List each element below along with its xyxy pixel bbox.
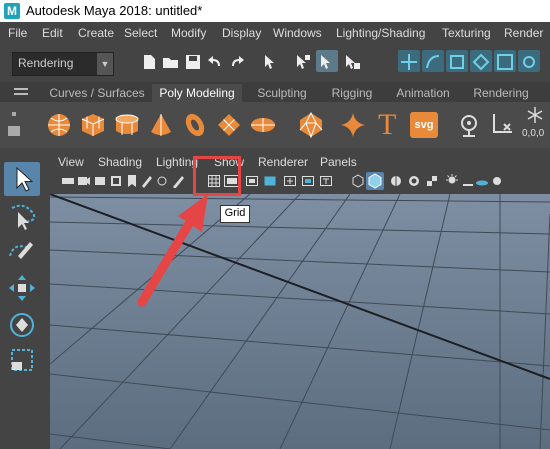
shelf-menu-icon[interactable] — [14, 87, 28, 97]
panel-menu-shading[interactable]: Shading — [98, 155, 142, 169]
redo-icon[interactable] — [228, 53, 246, 71]
gate-mask-icon[interactable] — [264, 174, 276, 188]
poly-sphere-icon[interactable] — [46, 112, 72, 138]
panel-menu-renderer[interactable]: Renderer — [258, 155, 308, 169]
default-material-icon[interactable] — [390, 174, 402, 188]
select-hierarchy-icon[interactable] — [262, 53, 280, 71]
field-chart-icon[interactable] — [284, 174, 296, 188]
snap-point-icon — [450, 55, 464, 69]
xray-icon[interactable] — [408, 174, 420, 188]
paint-select-tool-icon[interactable] — [4, 236, 40, 270]
status-line: Rendering ▼ — [0, 44, 550, 83]
new-scene-icon[interactable] — [140, 53, 158, 71]
menu-windows[interactable]: Windows — [273, 25, 322, 41]
move-tool-icon[interactable] — [4, 272, 40, 306]
panel-menu-bar: View Shading Lighting Show Renderer Pane… — [44, 150, 550, 170]
textures-icon[interactable] — [426, 174, 438, 188]
type-text-icon[interactable]: T — [378, 108, 396, 142]
menu-bar: File Edit Create Select Modify Display W… — [0, 22, 550, 44]
poly-cube-icon[interactable] — [80, 112, 106, 138]
menu-file[interactable]: File — [8, 25, 27, 41]
window-title: Autodesk Maya 2018: untitled* — [26, 3, 203, 18]
title-bar: M Autodesk Maya 2018: untitled* — [0, 0, 550, 22]
tab-poly-modeling[interactable]: Poly Modeling — [152, 84, 242, 102]
menu-render[interactable]: Render — [504, 25, 543, 41]
menu-display[interactable]: Display — [222, 25, 261, 41]
zero-readout: 0,0,0 — [522, 128, 545, 139]
motion-blur-icon[interactable] — [490, 174, 502, 188]
panel-menu-view[interactable]: View — [58, 155, 84, 169]
resolution-gate-icon[interactable] — [246, 174, 258, 188]
menu-lighting-shading[interactable]: Lighting/Shading — [336, 25, 425, 41]
save-scene-icon[interactable] — [184, 53, 202, 71]
select-arrow-icon — [16, 166, 34, 192]
smooth-shade-button[interactable] — [366, 172, 384, 190]
menu-select[interactable]: Select — [124, 25, 157, 41]
tab-sculpting[interactable]: Sculpting — [246, 84, 318, 102]
shelf: T svg 0,0,0 — [0, 102, 550, 148]
grid-tooltip: Grid — [220, 205, 250, 223]
menu-modify[interactable]: Modify — [171, 25, 206, 41]
maya-logo-icon: M — [4, 3, 20, 19]
menu-set-label: Rendering — [18, 56, 74, 70]
select-tool-button[interactable] — [4, 162, 40, 196]
super-shape-icon[interactable] — [340, 112, 366, 138]
select-objects-icon[interactable] — [294, 53, 312, 71]
poly-cone-icon[interactable] — [148, 112, 174, 138]
panel-menu-lighting[interactable]: Lighting — [156, 155, 198, 169]
poly-plane-icon[interactable] — [216, 112, 242, 138]
shadows-icon[interactable] — [462, 174, 474, 188]
snap-curve-icon — [426, 55, 440, 69]
ambient-occlusion-icon[interactable] — [476, 174, 488, 188]
tab-animation[interactable]: Animation — [386, 84, 460, 102]
toolbox — [0, 150, 44, 449]
scale-tool-icon[interactable] — [4, 344, 40, 378]
safe-title-icon[interactable] — [320, 174, 332, 188]
tab-rendering[interactable]: Rendering — [464, 84, 538, 102]
snowflake-icon[interactable] — [526, 106, 544, 124]
lock-selection-icon[interactable] — [343, 53, 361, 71]
shelf-tabs: Curves / Surfaces Poly Modeling Sculptin… — [0, 82, 550, 102]
panel-menu-panels[interactable]: Panels — [320, 155, 357, 169]
camera-select-icon[interactable] — [62, 174, 74, 188]
select-components-icon — [321, 55, 330, 69]
platonic-solid-icon[interactable] — [298, 112, 324, 138]
lighting-icon[interactable] — [446, 174, 458, 188]
rotate-tool-icon[interactable] — [4, 308, 40, 342]
poly-torus-icon[interactable] — [182, 112, 208, 138]
snap-live-icon — [497, 54, 513, 70]
camera-attributes-icon[interactable] — [78, 174, 90, 188]
poly-cylinder-icon[interactable] — [114, 112, 140, 138]
annotation-arrow-icon — [137, 194, 208, 307]
poly-disc-icon[interactable] — [250, 112, 276, 138]
tab-curves-surfaces[interactable]: Curves / Surfaces — [44, 84, 150, 102]
pivot-icon[interactable] — [456, 112, 482, 138]
menu-texturing[interactable]: Texturing — [442, 25, 491, 41]
snap-view-plane-icon — [472, 53, 490, 71]
measure-icon[interactable] — [490, 112, 516, 138]
wireframe-icon[interactable] — [352, 174, 364, 188]
snap-grid-icon — [401, 54, 417, 70]
snap-vertex-icon — [523, 56, 535, 68]
lasso-tool-icon[interactable] — [4, 200, 40, 234]
menu-create[interactable]: Create — [78, 25, 114, 41]
shelf-options-icon[interactable] — [4, 108, 24, 142]
menu-edit[interactable]: Edit — [42, 25, 63, 41]
menu-set-dropdown[interactable]: Rendering ▼ — [12, 52, 114, 76]
svg-icon[interactable]: svg — [410, 112, 438, 138]
open-scene-icon[interactable] — [162, 53, 180, 71]
tab-rigging[interactable]: Rigging — [322, 84, 382, 102]
safe-action-icon[interactable] — [302, 174, 314, 188]
bookmarks-icon[interactable] — [94, 174, 106, 188]
undo-icon[interactable] — [206, 53, 224, 71]
chevron-down-icon: ▼ — [97, 53, 113, 75]
smooth-shade-icon — [368, 173, 382, 189]
